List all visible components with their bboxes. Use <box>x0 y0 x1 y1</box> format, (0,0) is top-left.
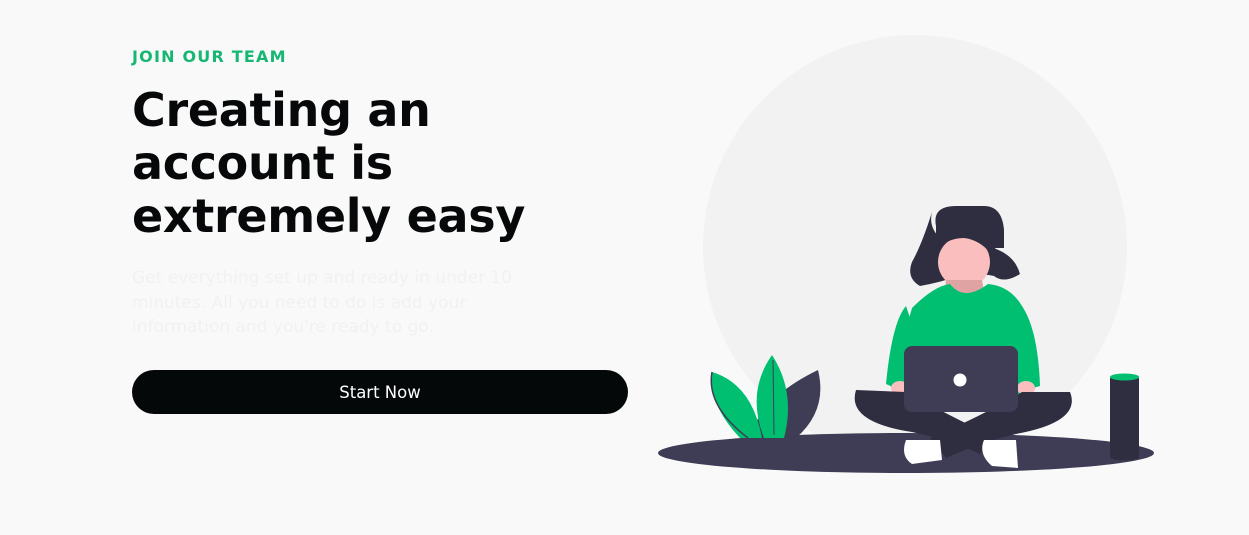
woman-with-laptop-illustration <box>658 35 1154 473</box>
smart-speaker-icon <box>1110 373 1139 461</box>
laptop-logo <box>953 373 967 387</box>
start-now-button[interactable]: Start Now <box>132 370 628 414</box>
hero-headline: Creating an account is extremely easy <box>132 83 526 243</box>
eyebrow-label: JOIN OUR TEAM <box>132 47 287 66</box>
hero-text: JOIN OUR TEAM Creating an account is ext… <box>132 44 632 340</box>
hero-description: Get everything set up and ready in under… <box>132 268 513 337</box>
